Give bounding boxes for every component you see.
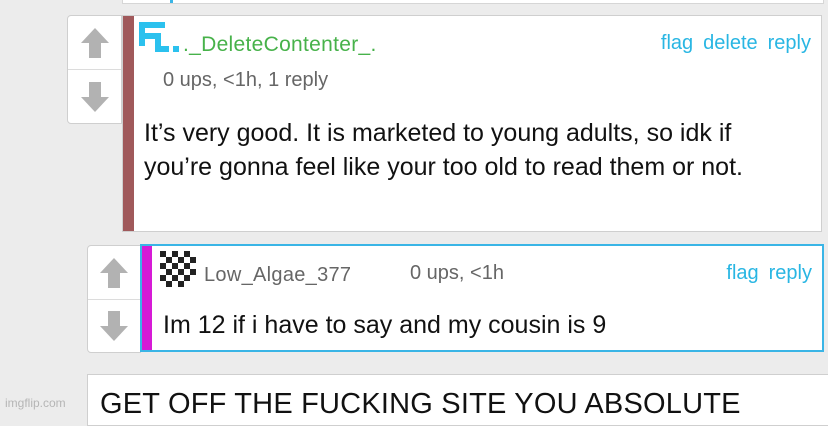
comment-card: ._DeleteContenter_. flag delete reply 0 …: [122, 15, 822, 232]
checkered-avatar-icon[interactable]: [160, 251, 196, 291]
upvote-button[interactable]: [68, 16, 121, 69]
reply-username[interactable]: Low_Algae_377: [204, 264, 351, 287]
vote-column: [67, 15, 122, 124]
reply-actions: flag reply: [726, 262, 812, 285]
arrow-down-icon: [100, 311, 128, 341]
delete-link[interactable]: delete: [703, 32, 758, 55]
reply-upvote-button[interactable]: [88, 246, 140, 299]
previous-comment-remnant: [122, 0, 824, 4]
watermark: imgflip.com: [5, 396, 66, 410]
reply-body: Im 12 if i have to say and my cousin is …: [163, 311, 607, 339]
blue-blocky-avatar-icon[interactable]: [137, 20, 181, 56]
reply-vote-column: [87, 245, 141, 353]
arrow-up-icon: [100, 257, 128, 288]
comment-actions: flag delete reply: [661, 32, 811, 55]
reply-comment-card: Low_Algae_377 0 ups, <1h flag reply Im 1…: [140, 244, 824, 352]
previous-comment-accent: [170, 0, 173, 3]
reply-depth-stripe: [142, 246, 152, 350]
downvote-button[interactable]: [68, 70, 121, 123]
arrow-up-icon: [80, 27, 109, 58]
arrow-down-icon: [80, 81, 109, 112]
flag-link[interactable]: flag: [661, 32, 693, 55]
comment-depth-stripe: [123, 16, 134, 231]
reply-link[interactable]: reply: [768, 32, 811, 55]
comment-username[interactable]: ._DeleteContenter_.: [183, 33, 377, 57]
reply-meta: 0 ups, <1h: [410, 262, 504, 284]
comment-meta: 0 ups, <1h, 1 reply: [163, 69, 329, 91]
reply-link[interactable]: reply: [769, 262, 812, 285]
comment-body: It’s very good. It is marketed to young …: [144, 119, 743, 181]
next-comment-body: GET OFF THE FUCKING SITE YOU ABSOLUTE: [100, 388, 741, 420]
flag-link[interactable]: flag: [726, 262, 758, 285]
reply-downvote-button[interactable]: [88, 300, 140, 352]
